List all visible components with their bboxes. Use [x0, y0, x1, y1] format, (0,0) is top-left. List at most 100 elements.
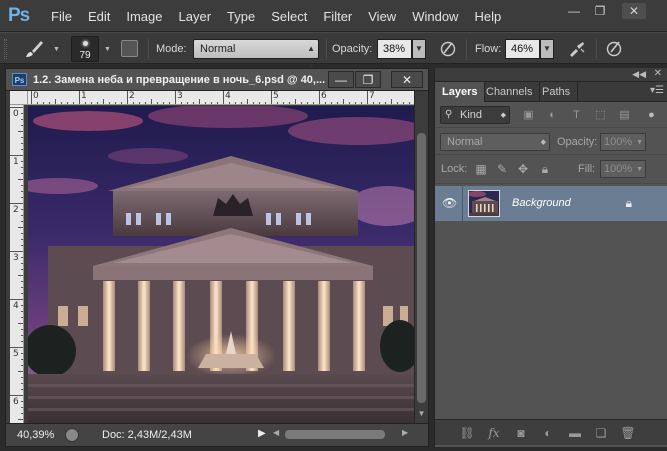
menu-select[interactable]: Select	[263, 0, 315, 32]
scroll-left-icon[interactable]: ◀	[273, 428, 279, 437]
ruler-label: 0	[13, 109, 19, 119]
type-filter-icon[interactable]: T	[570, 109, 583, 121]
pressure-opacity-icon[interactable]	[439, 40, 457, 58]
ruler-minor-tick	[21, 359, 23, 360]
panel-header[interactable]: ◀◀ ✕	[435, 68, 667, 82]
ruler-minor-tick	[18, 371, 23, 372]
scroll-down-icon[interactable]: ▼	[415, 409, 428, 418]
menu-type[interactable]: Type	[219, 0, 263, 32]
ruler-minor-tick	[373, 102, 374, 104]
ruler-minor-tick	[21, 257, 23, 258]
ruler-minor-tick	[301, 102, 302, 104]
pressure-size-icon[interactable]	[605, 40, 623, 58]
ruler-minor-tick	[18, 227, 23, 228]
menu-image[interactable]: Image	[118, 0, 170, 32]
add-mask-icon[interactable]: ◙	[513, 425, 529, 441]
ruler-label: 2	[13, 205, 19, 215]
close-button[interactable]: ✕	[622, 3, 646, 19]
lock-all-icon[interactable]: 🔒︎	[538, 162, 552, 176]
flow-input[interactable]: 46%	[505, 39, 540, 59]
lock-pixels-icon[interactable]: ✎	[495, 162, 509, 176]
pixel-filter-icon[interactable]: ▣	[522, 109, 535, 121]
ruler-minor-tick	[21, 383, 23, 384]
scroll-right-icon[interactable]: ▶	[402, 428, 408, 437]
vertical-scrollbar[interactable]: ▼	[414, 91, 428, 423]
ruler-tick	[10, 107, 23, 108]
tab-channels[interactable]: Channels	[479, 82, 541, 102]
menu-items: File Edit Image Layer Type Select Filter…	[43, 0, 509, 32]
panel-menu-icon[interactable]: ▾☰	[650, 85, 664, 96]
fill-input[interactable]: 100% ▼	[600, 160, 646, 178]
status-menu-arrow-icon[interactable]: ▶	[258, 428, 266, 439]
lock-transparency-icon[interactable]: ▦	[474, 162, 488, 176]
brush-tool-icon[interactable]	[23, 38, 45, 60]
shape-filter-icon[interactable]: ⬚	[594, 109, 607, 121]
collapse-panels-icon[interactable]: ◀◀	[632, 69, 646, 80]
status-info-icon[interactable]	[65, 428, 79, 442]
ruler-minor-tick	[67, 102, 68, 104]
layer-opacity-input[interactable]: 100% ▼	[600, 133, 646, 151]
adjustment-filter-icon[interactable]: ◐	[546, 109, 559, 121]
brush-panel-toggle-icon[interactable]	[121, 40, 138, 57]
doc-size-info: Doc: 2,43M/2,43M	[102, 429, 192, 441]
ruler-minor-tick	[109, 102, 110, 104]
brush-preset-picker[interactable]: 79	[71, 36, 99, 62]
flow-slider-arrow-icon[interactable]: ▼	[540, 39, 554, 59]
adjustment-layer-icon[interactable]: ◐	[540, 425, 556, 441]
vertical-ruler[interactable]: 0 1 2 3 4 5 6	[10, 105, 24, 423]
horizontal-ruler[interactable]: 0 1 2 3 4 5 6 7	[28, 91, 414, 105]
smart-object-filter-icon[interactable]: ▤	[618, 109, 631, 121]
doc-minimize-button[interactable]: —	[328, 71, 354, 88]
menu-view[interactable]: View	[360, 0, 404, 32]
new-layer-icon[interactable]: ❏	[593, 425, 609, 441]
tool-preset-arrow-icon[interactable]: ▼	[53, 46, 60, 53]
link-layers-icon[interactable]: ⛓	[459, 425, 475, 441]
filter-toggle-icon[interactable]: ●	[645, 109, 658, 121]
doc-restore-button[interactable]: ❐	[355, 71, 381, 88]
ruler-minor-tick	[103, 99, 104, 104]
layer-name[interactable]: Background	[512, 197, 571, 209]
tab-layers[interactable]: Layers	[435, 82, 486, 102]
menu-help[interactable]: Help	[466, 0, 509, 32]
layer-row-background[interactable]: 👁︎ Background 🔒︎	[435, 186, 667, 221]
vertical-scroll-thumb[interactable]	[417, 133, 426, 403]
doc-close-button[interactable]: ✕	[391, 71, 423, 88]
menu-filter[interactable]: Filter	[315, 0, 360, 32]
delete-layer-icon[interactable]: 🗑︎	[620, 425, 636, 441]
new-group-icon[interactable]: ▬	[567, 425, 583, 441]
document-canvas[interactable]	[28, 106, 414, 423]
horizontal-scrollbar[interactable]: ◀ ▶	[271, 428, 411, 441]
blend-mode-dropdown[interactable]: Normal ◆	[440, 133, 550, 151]
filter-kind-dropdown[interactable]: ⚲ Kind ◆	[440, 106, 510, 124]
chevron-updown-icon: ◆	[500, 112, 506, 119]
mode-dropdown[interactable]: Normal ▲ ▼	[193, 39, 319, 71]
eye-icon[interactable]: 👁︎	[442, 196, 457, 210]
brush-preset-arrow-icon[interactable]: ▼	[104, 46, 111, 53]
ruler-tick	[127, 91, 128, 104]
ruler-minor-tick	[169, 102, 170, 104]
panel-close-icon[interactable]: ✕	[654, 68, 662, 79]
menu-file[interactable]: File	[43, 0, 80, 32]
ruler-minor-tick	[325, 102, 326, 104]
opacity-input[interactable]: 38%	[377, 39, 412, 59]
layer-thumbnail-image	[469, 191, 499, 216]
menu-window[interactable]: Window	[404, 0, 466, 32]
tab-paths[interactable]: Paths	[535, 82, 579, 102]
restore-button[interactable]: ❐	[588, 3, 612, 19]
opacity-slider-arrow-icon[interactable]: ▼	[412, 39, 426, 59]
menu-layer[interactable]: Layer	[171, 0, 220, 32]
layers-panel: ◀◀ ✕ Layers Channels Paths ▾☰ ⚲ Kind ◆ ▣…	[434, 68, 667, 447]
options-grip[interactable]	[4, 39, 7, 59]
menu-edit[interactable]: Edit	[80, 0, 118, 32]
document-tab[interactable]: Ps 1.2. Замена неба и превращение в ночь…	[6, 69, 428, 91]
horizontal-scroll-thumb[interactable]	[285, 430, 385, 439]
lock-position-icon[interactable]: ✥	[516, 162, 530, 176]
ruler-origin[interactable]	[10, 91, 28, 105]
ruler-minor-tick	[21, 239, 23, 240]
ruler-minor-tick	[397, 102, 398, 104]
zoom-level[interactable]: 40,39%	[17, 429, 54, 441]
layer-style-icon[interactable]: fx	[486, 425, 502, 441]
minimize-button[interactable]: —	[562, 3, 586, 19]
airbrush-icon[interactable]	[568, 40, 586, 58]
ruler-minor-tick	[21, 263, 23, 264]
